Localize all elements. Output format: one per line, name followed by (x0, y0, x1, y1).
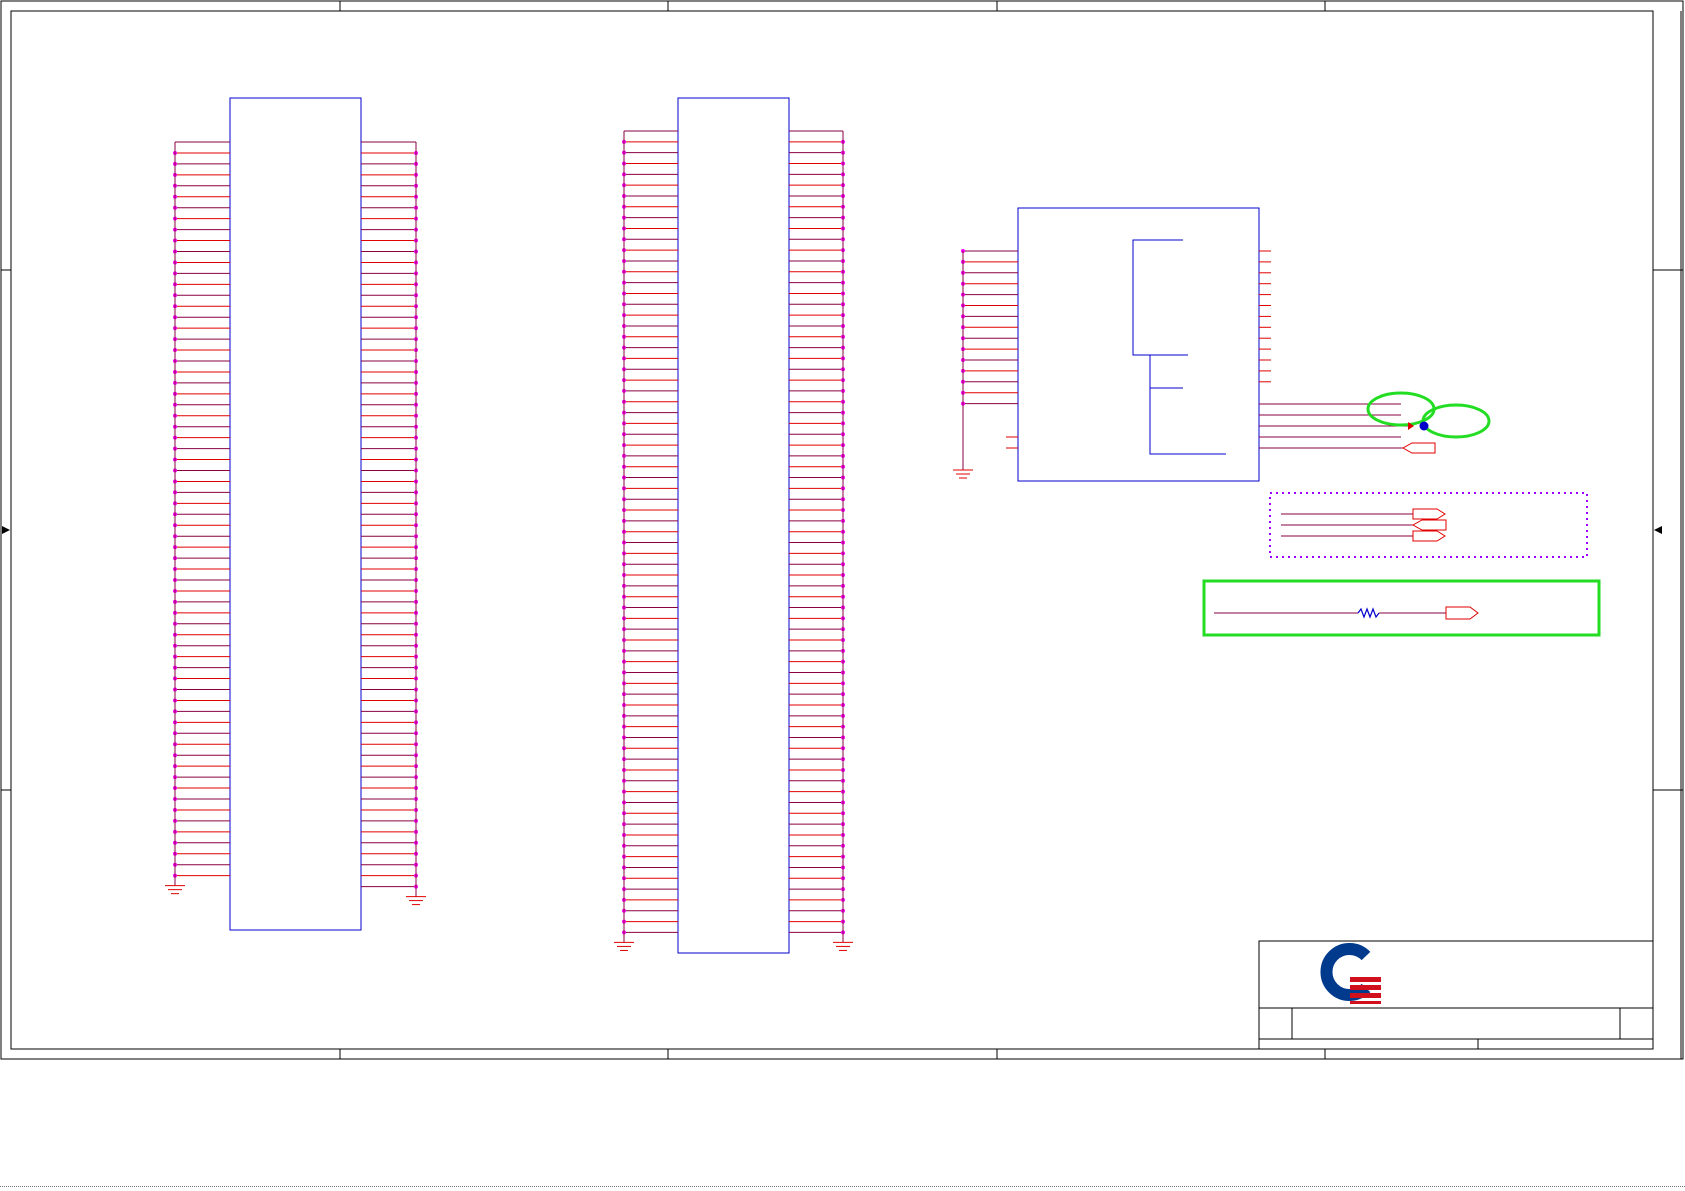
page-bottom-dotted-line (0, 1186, 1685, 1187)
ground-icon (953, 469, 973, 479)
connector-middle (614, 97, 853, 954)
title-block (1258, 940, 1654, 1050)
internal-bus (1132, 239, 1188, 356)
connector-body (229, 97, 362, 931)
resistor-group (1202, 579, 1601, 637)
schematic-sheet (0, 0, 1684, 1060)
junction-dot (1419, 421, 1429, 431)
ground-icon (165, 885, 185, 895)
company-logo-icon (1320, 943, 1381, 1004)
ic-body (1017, 207, 1260, 482)
green-box (1202, 579, 1601, 637)
dotted-group (1269, 492, 1588, 558)
center-arrow-left (2, 526, 10, 534)
ground-icon (833, 941, 853, 951)
ground-icon (614, 941, 634, 951)
title-block-frame (1258, 940, 1654, 1050)
resistor-icon (1357, 607, 1380, 619)
connector-body (677, 97, 790, 954)
port-icon (1445, 606, 1479, 620)
port-icon (1401, 442, 1436, 454)
center-arrow-right (1654, 526, 1662, 534)
ic-block (953, 207, 1436, 482)
ground-icon (406, 896, 426, 906)
port-icon (1412, 530, 1446, 542)
internal-bus (1149, 355, 1226, 455)
highlight-ellipse-2 (1421, 403, 1491, 439)
inner-border (10, 10, 1654, 1050)
port-icon (1412, 508, 1446, 520)
connector-left (165, 97, 426, 931)
port-icon (1411, 519, 1447, 531)
